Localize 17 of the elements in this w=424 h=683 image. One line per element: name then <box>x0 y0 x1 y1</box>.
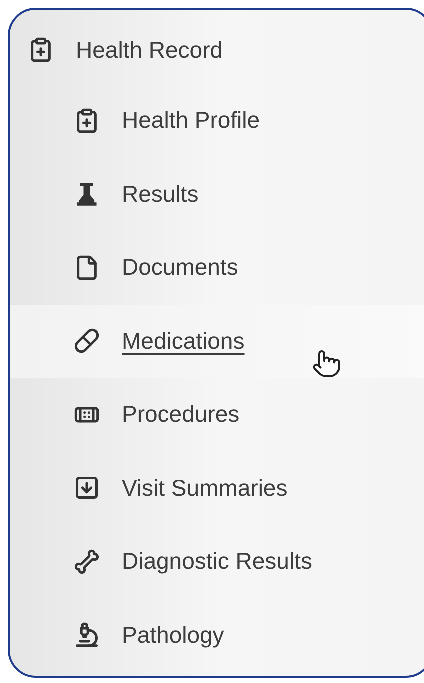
bone-icon <box>74 548 100 575</box>
file-icon <box>74 254 100 281</box>
menu-item[interactable]: Visit Summaries <box>10 452 424 525</box>
download-box-icon <box>74 475 100 502</box>
clipboard-plus-icon <box>74 108 100 134</box>
microscope-icon <box>74 622 100 648</box>
menu-item[interactable]: Medications <box>10 304 424 378</box>
hand-cursor-icon <box>312 348 342 378</box>
menu-item[interactable]: Documents <box>10 231 424 304</box>
clipboard-plus-icon <box>28 37 54 63</box>
menu-item[interactable]: Results <box>10 158 424 231</box>
menu-item[interactable]: Health Profile <box>10 84 424 158</box>
menu-item[interactable]: Pathology <box>10 598 424 672</box>
menu-item[interactable]: Diagnostic Results <box>10 525 424 598</box>
pill-icon <box>74 328 100 354</box>
menu-item[interactable]: Procedures <box>10 378 424 452</box>
menu-title[interactable]: Health Record <box>76 36 224 64</box>
